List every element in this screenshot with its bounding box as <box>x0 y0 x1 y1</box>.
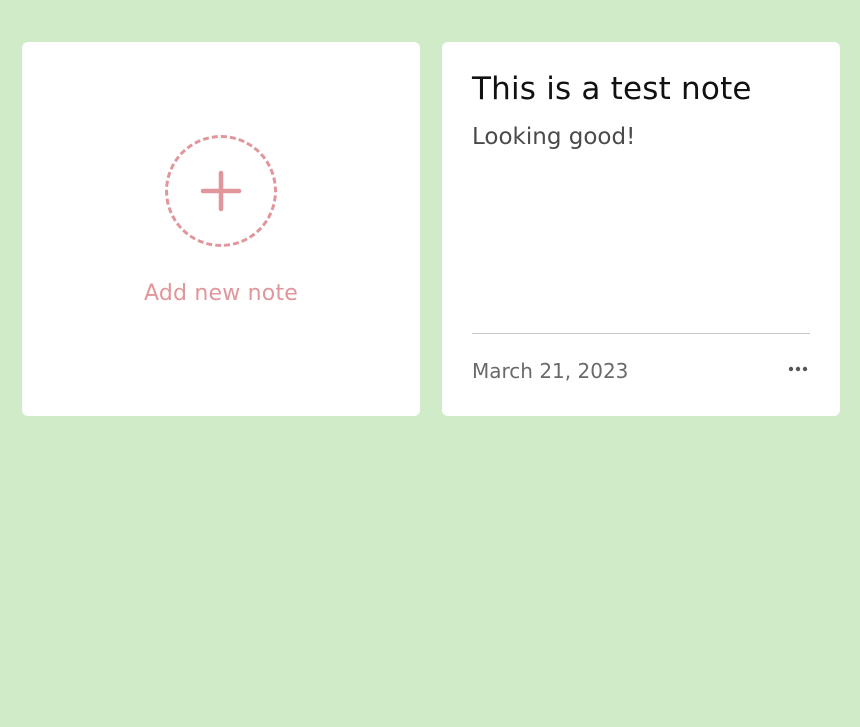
note-menu-button[interactable] <box>786 360 810 378</box>
plus-icon <box>199 169 243 213</box>
note-body: Looking good! <box>472 124 636 150</box>
note-date: March 21, 2023 <box>472 359 629 383</box>
more-horizontal-icon <box>788 366 808 372</box>
add-note-circle[interactable] <box>165 135 277 247</box>
note-title: This is a test note <box>472 71 752 107</box>
add-note-label[interactable]: Add new note <box>144 281 298 306</box>
notes-grid: Add new note This is a test note Looking… <box>22 42 840 416</box>
note-footer: March 21, 2023 <box>472 333 810 394</box>
note-card[interactable]: This is a test note Looking good! March … <box>442 42 840 416</box>
add-note-card[interactable]: Add new note <box>22 42 420 416</box>
